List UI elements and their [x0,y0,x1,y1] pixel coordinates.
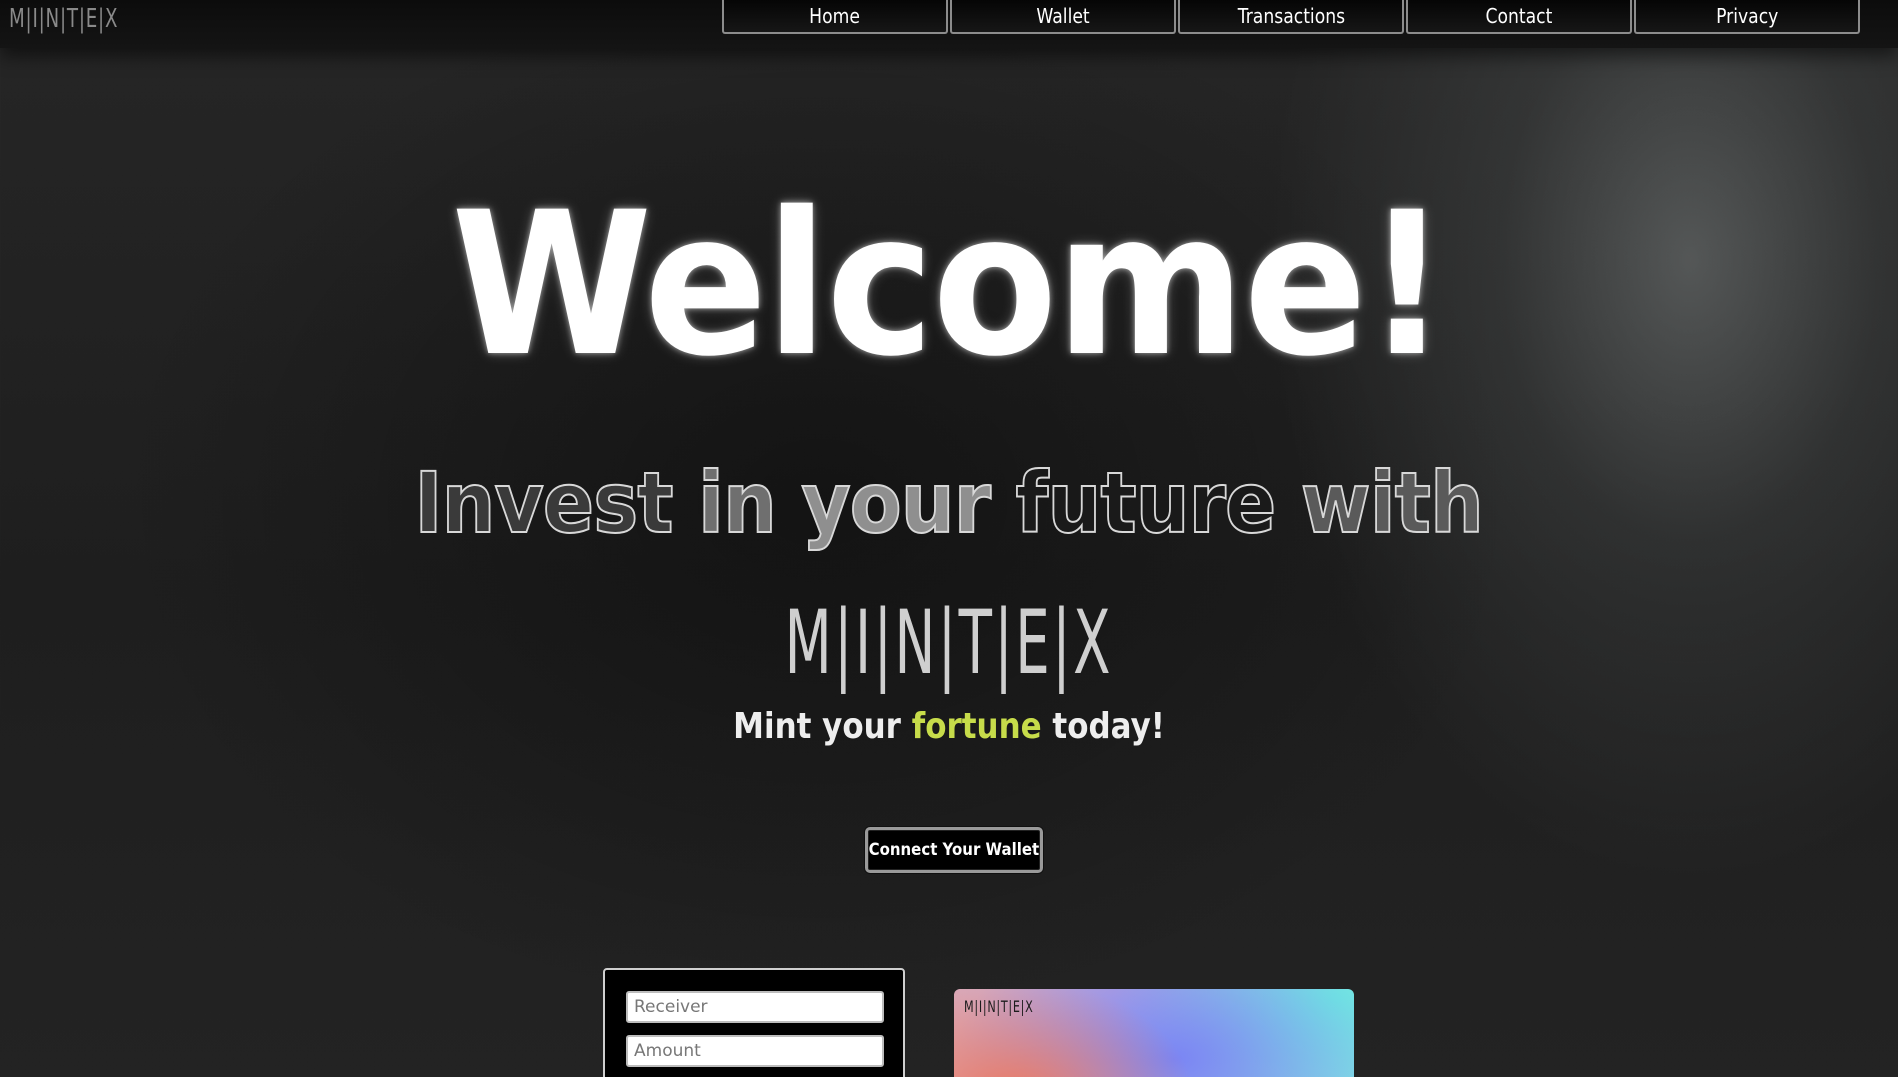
nav-item-label: Wallet [1036,4,1090,28]
subtitle: Mint your fortune today! [0,703,1898,751]
brand-logo: M|I|N|T|E|X [0,598,1898,688]
header-logo[interactable]: M|I|N|T|E|X [9,4,118,34]
amount-input[interactable] [626,1035,884,1067]
nav-item-label: Transactions [1237,4,1345,28]
tagline-text: Invest in your future with [414,457,1485,549]
transfer-form [603,968,905,1077]
top-bar: M|I|N|T|E|X Home Wallet Transactions Con… [0,0,1898,48]
nav-item-label: Home [809,4,861,28]
tagline-word: in [697,454,778,552]
tagline: Invest in your future with [0,457,1898,549]
welcome-text: Welcome! [451,169,1448,400]
tagline-word: Invest [414,454,675,552]
nav-item-label: Privacy [1715,4,1779,28]
brand-logo-text: M|I|N|T|E|X [784,591,1114,694]
nav-item-transactions[interactable]: Transactions [1178,0,1404,34]
nav-item-wallet[interactable]: Wallet [950,0,1176,34]
subtitle-before: Mint your [733,706,901,747]
main-nav: Home Wallet Transactions Contact Privacy [722,0,1862,34]
nav-item-home[interactable]: Home [722,0,948,34]
nav-item-contact[interactable]: Contact [1406,0,1632,34]
tagline-word: your [801,454,992,552]
nav-item-privacy[interactable]: Privacy [1634,0,1860,34]
tagline-word: with [1300,454,1485,552]
connect-wallet-button[interactable]: Connect Your Wallet [865,827,1043,873]
wallet-card: M|I|N|T|E|X [954,989,1354,1077]
tagline-word: future [1015,454,1278,552]
subtitle-after: today! [1052,706,1165,747]
connect-wallet-label: Connect Your Wallet [868,840,1040,860]
subtitle-accent: fortune [911,706,1042,747]
nav-item-label: Contact [1485,4,1553,28]
welcome-heading: Welcome! [0,185,1898,385]
card-logo: M|I|N|T|E|X [964,997,1034,1016]
subtitle-text: Mint your fortune today! [733,703,1165,751]
receiver-input[interactable] [626,991,884,1023]
